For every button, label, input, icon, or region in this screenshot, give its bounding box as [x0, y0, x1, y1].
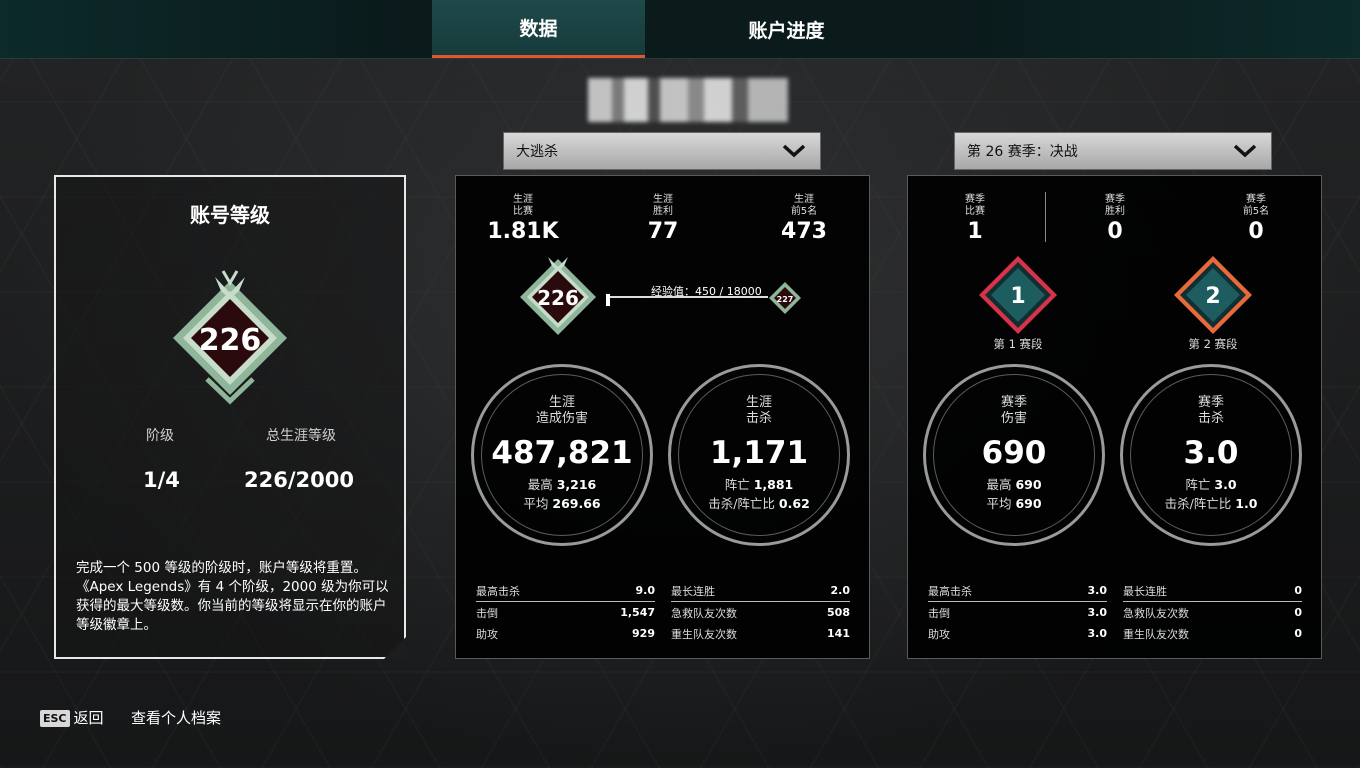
panel-corner-cut [384, 637, 406, 659]
career-kills-value: 1,171 [709, 435, 809, 471]
career-games-stat: 生涯 比赛 1.81K [487, 194, 559, 244]
table-row: 急救队友次数 0 [1123, 606, 1302, 620]
mode-dropdown-value: 大逃杀 [516, 144, 558, 160]
season-table-left: 最高击杀 3.0 击倒 3.0 助攻 3.0 [928, 580, 1107, 644]
table-row: 急救队友次数 508 [671, 606, 850, 620]
table-row: 最长连胜 0 [1123, 580, 1302, 602]
tab-stats[interactable]: 数据 [432, 0, 645, 58]
tier-value: 1/4 [143, 468, 180, 492]
table-row: 最长连胜 2.0 [671, 580, 850, 602]
season-table-right: 最长连胜 0 急救队友次数 0 重生队友次数 0 [1123, 580, 1302, 644]
mode-dropdown[interactable]: 大逃杀 [503, 132, 821, 170]
account-level-badge-icon: 226 [173, 270, 287, 405]
table-row: 最高击杀 3.0 [928, 580, 1107, 602]
table-row: 击倒 1,547 [476, 606, 655, 620]
account-level-panel: 账号等级 226 阶级 总生涯等级 1/4 226/2000 完成一个 500 … [54, 175, 406, 659]
season-damage-ring: 赛季 伤害 690 最高 690 平均 690 [923, 364, 1105, 546]
career-damage-value: 487,821 [491, 435, 633, 471]
back-label: 返回 [73, 709, 104, 727]
next-badge-level: 227 [777, 295, 794, 304]
next-level-badge-icon: 227 [769, 282, 801, 314]
total-level-label: 总生涯等级 [266, 428, 336, 444]
season-games-stat: 赛季 比赛 1 [965, 194, 985, 244]
split-2-label: 第 2 赛段 [1188, 337, 1238, 351]
season-kills-ring: 赛季 击杀 3.0 阵亡 3.0 击杀/阵亡比 1.0 [1120, 364, 1302, 546]
career-wins-stat: 生涯 胜利 77 [647, 194, 679, 244]
tab-account-progress[interactable]: 账户进度 [680, 0, 893, 58]
chevron-down-icon [1233, 144, 1257, 158]
player-name-blurred [588, 78, 788, 122]
split-1-label: 第 1 赛段 [993, 337, 1043, 351]
split-1-rank-icon[interactable]: 1 [977, 254, 1059, 336]
xp-progress-bar [610, 296, 768, 298]
table-row: 重生队友次数 0 [1123, 627, 1302, 641]
split-2-number: 2 [1205, 284, 1220, 309]
account-badge-level: 226 [199, 323, 262, 358]
split-1-number: 1 [1010, 284, 1025, 309]
career-kills-ring: 生涯 击杀 1,171 阵亡 1,881 击杀/阵亡比 0.62 [668, 364, 850, 546]
top-nav-bar: 数据 账户进度 [0, 0, 1360, 59]
season-dropdown-value: 第 26 赛季：决战 [967, 144, 1078, 160]
career-table-right: 最长连胜 2.0 急救队友次数 508 重生队友次数 141 [671, 580, 850, 644]
table-row: 重生队友次数 141 [671, 627, 850, 641]
season-stats-panel: 赛季 比赛 1 赛季 胜利 0 赛季 前5名 0 1 第 1 赛段 2 第 2 赛段 … [907, 175, 1322, 659]
table-row: 最高击杀 9.0 [476, 580, 655, 602]
view-profile-button[interactable]: 查看个人档案 [131, 707, 221, 728]
table-row: 助攻 929 [476, 627, 655, 641]
season-damage-value: 690 [981, 435, 1047, 471]
split-2-rank-icon[interactable]: 2 [1172, 254, 1254, 336]
career-level-badge-icon: 226 [520, 257, 596, 335]
season-kills-value: 3.0 [1183, 435, 1239, 471]
career-stats-panel: 生涯 比赛 1.81K 生涯 胜利 77 生涯 前5名 473 226 经验值：450… [455, 175, 870, 659]
season-dropdown[interactable]: 第 26 赛季：决战 [954, 132, 1272, 170]
account-level-description: 完成一个 500 等级的阶级时，账户等级将重置。《Apex Legends》有 … [76, 560, 389, 633]
season-wins-stat: 赛季 胜利 0 [1105, 194, 1125, 244]
season-top5-stat: 赛季 前5名 0 [1242, 194, 1270, 244]
divider [1045, 192, 1046, 242]
career-damage-ring: 生涯 造成伤害 487,821 最高 3,216 平均 269.66 [471, 364, 653, 546]
esc-key-icon: ESC [40, 710, 70, 727]
career-badge-level: 226 [537, 286, 579, 310]
career-top5-stat: 生涯 前5名 473 [781, 194, 827, 244]
chevron-down-icon [782, 144, 806, 158]
career-table-left: 最高击杀 9.0 击倒 1,547 助攻 929 [476, 580, 655, 644]
back-button[interactable]: ESC 返回 [40, 707, 104, 728]
account-level-title: 账号等级 [190, 203, 270, 227]
table-row: 击倒 3.0 [928, 606, 1107, 620]
total-level-value: 226/2000 [244, 468, 354, 492]
table-row: 助攻 3.0 [928, 627, 1107, 641]
tier-label: 阶级 [146, 428, 174, 444]
